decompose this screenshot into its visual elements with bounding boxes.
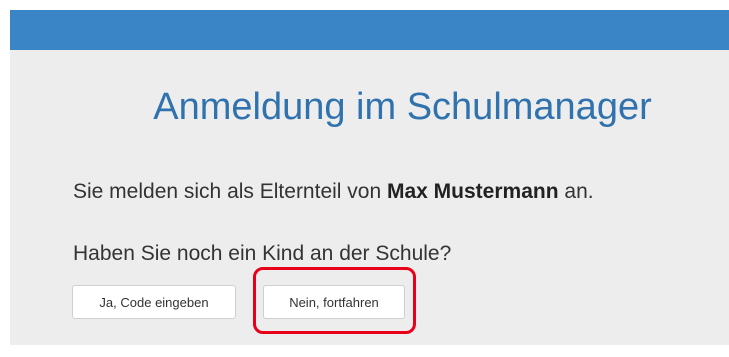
info-prefix: Sie melden sich als Elternteil von (73, 180, 382, 203)
continue-button[interactable]: Nein, fortfahren (263, 285, 405, 319)
additional-child-question: Haben Sie noch ein Kind an der Schule? (73, 242, 452, 265)
child-name: Max Mustermann (387, 180, 559, 203)
parent-info-text: Sie melden sich als Elternteil von Max M… (73, 180, 594, 204)
info-suffix: an. (564, 180, 594, 203)
enter-code-button[interactable]: Ja, Code eingeben (72, 285, 236, 319)
page-title: Anmeldung im Schulmanager (153, 86, 652, 128)
top-bar (10, 10, 729, 50)
login-panel: Anmeldung im Schulmanager Sie melden sic… (10, 10, 729, 345)
